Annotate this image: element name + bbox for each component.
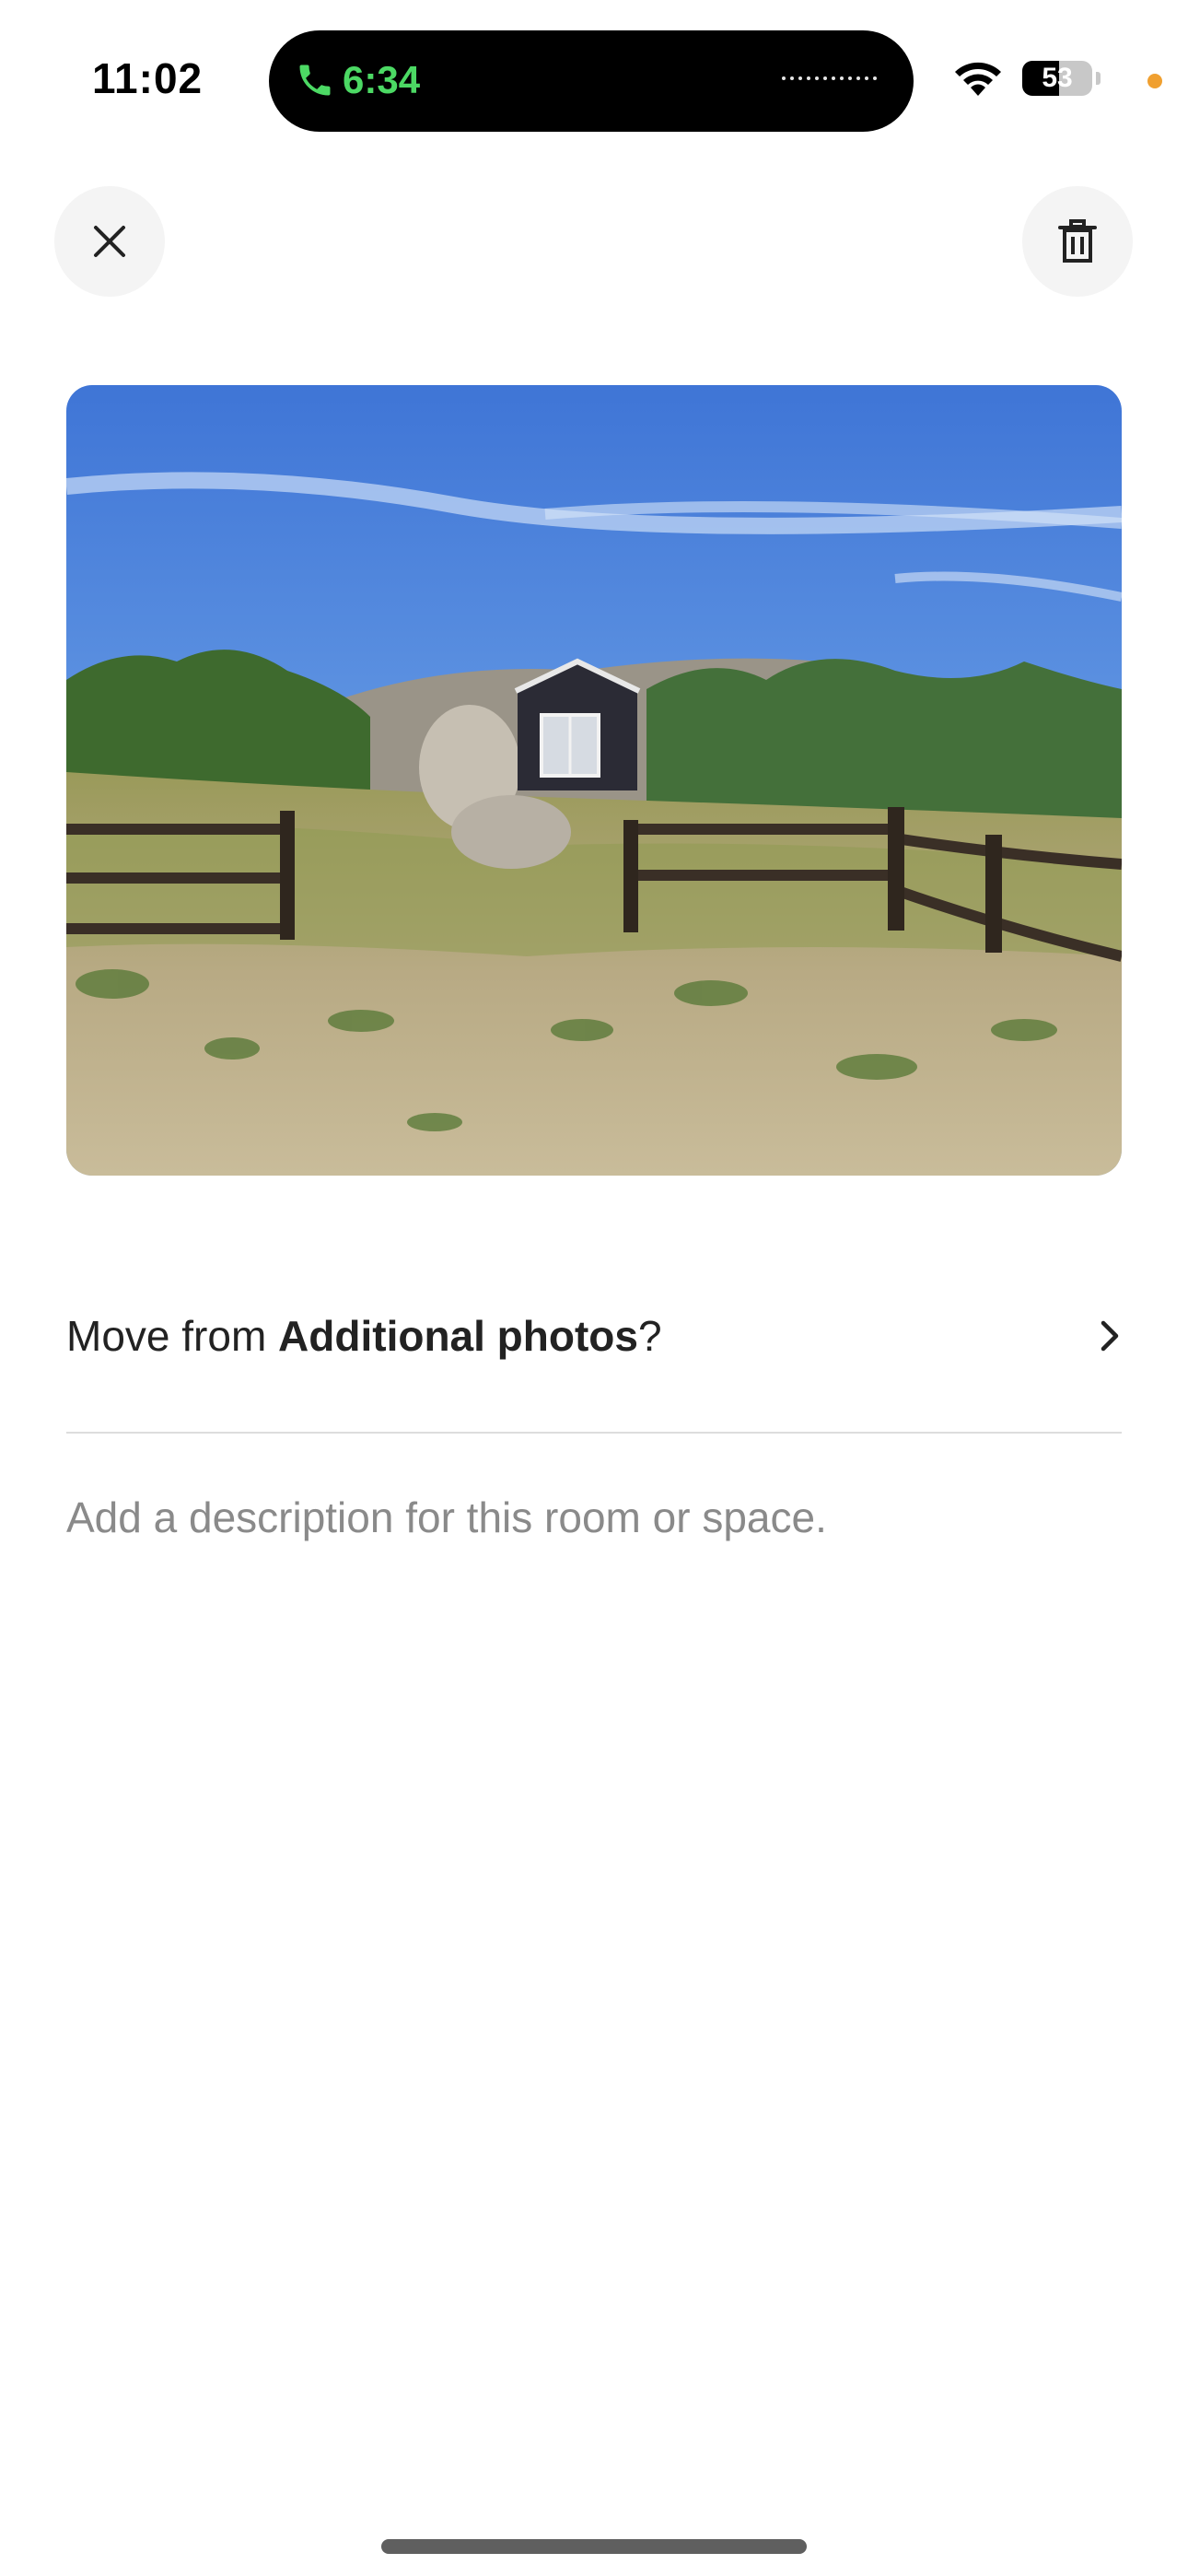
move-category-text: Move from Additional photos? — [66, 1311, 662, 1361]
battery-level: 53 — [1042, 63, 1073, 93]
listing-photo[interactable] — [66, 385, 1122, 1176]
move-category-row[interactable]: Move from Additional photos? — [66, 1290, 1122, 1382]
delete-button[interactable] — [1022, 186, 1133, 297]
audio-waveform-icon — [782, 76, 877, 86]
move-prefix: Move from — [66, 1312, 279, 1360]
status-time: 11:02 — [92, 54, 204, 102]
divider — [66, 1432, 1122, 1434]
chevron-right-icon — [1101, 1320, 1119, 1352]
trash-icon — [1058, 219, 1097, 263]
battery-icon: 53 — [1022, 61, 1092, 96]
close-button[interactable] — [54, 186, 165, 297]
privacy-indicator-dot — [1147, 74, 1162, 88]
description-input[interactable] — [66, 1493, 1122, 1542]
close-icon — [94, 226, 125, 257]
home-indicator[interactable] — [381, 2539, 807, 2554]
current-category: Additional photos — [278, 1312, 638, 1360]
call-duration: 6:34 — [343, 58, 421, 101]
wifi-icon — [955, 62, 1001, 96]
photo-image — [66, 385, 1122, 1176]
battery-cap — [1096, 72, 1101, 85]
dynamic-island[interactable]: 6:34 — [269, 30, 914, 132]
move-suffix: ? — [637, 1312, 662, 1360]
status-bar: 11:02 6:34 53 — [0, 0, 1188, 157]
phone-icon — [299, 64, 331, 96]
